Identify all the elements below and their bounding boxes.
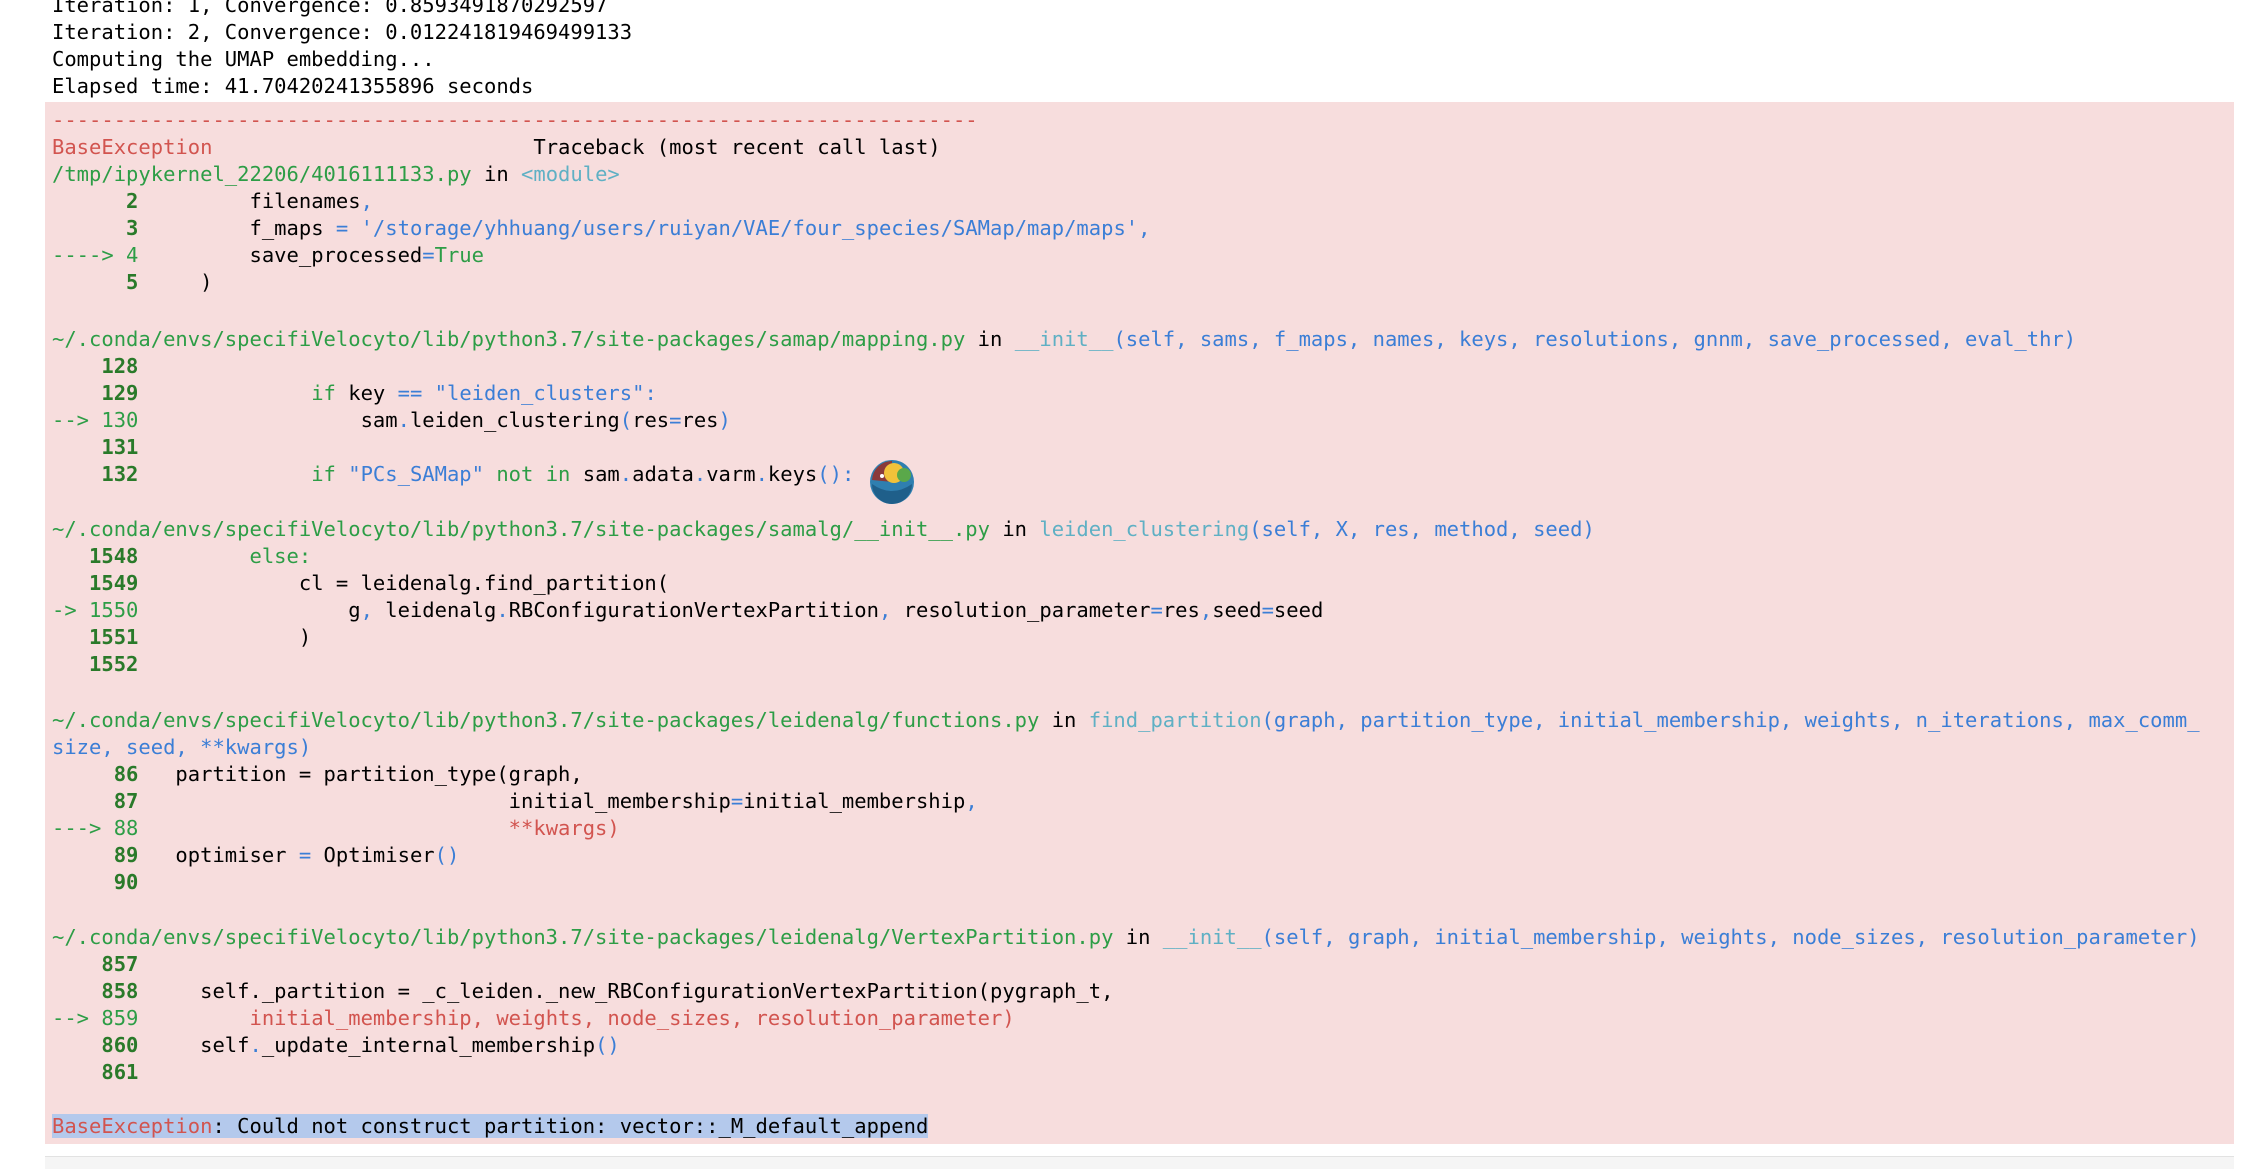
frame-file: ~/.conda/envs/specifiVelocyto/lib/python… bbox=[52, 517, 990, 541]
code-line: 128 bbox=[52, 354, 139, 378]
frame-func: __init__ bbox=[1014, 327, 1114, 351]
code-line: 5 ) bbox=[52, 270, 213, 294]
code-line: 129 if key == "leiden_clusters": bbox=[52, 381, 657, 405]
frame-func: __init__ bbox=[1162, 925, 1262, 949]
code-line: 858 self._partition = _c_leiden._new_RBC… bbox=[52, 979, 1114, 1003]
frame-header: ~/.conda/envs/specifiVelocyto/lib/python… bbox=[52, 517, 1595, 541]
error-message: : Could not construct partition: vector:… bbox=[212, 1114, 929, 1138]
code-line: 861 bbox=[52, 1060, 139, 1084]
code-line: 86 partition = partition_type(graph, bbox=[52, 762, 583, 786]
final-error-highlight[interactable]: BaseException: Could not construct parti… bbox=[52, 1114, 929, 1138]
exception-name: BaseException bbox=[52, 135, 213, 159]
frame-file: ~/.conda/envs/specifiVelocyto/lib/python… bbox=[52, 327, 966, 351]
frame-func: find_partition bbox=[1088, 708, 1262, 732]
code-line: 89 optimiser = Optimiser() bbox=[52, 843, 460, 867]
frame-args: (graph, partition_type, initial_membersh… bbox=[1261, 708, 2200, 732]
frame-file: /tmp/ipykernel_22206/4016111133.py bbox=[52, 162, 472, 186]
frame-header: ~/.conda/envs/specifiVelocyto/lib/python… bbox=[52, 925, 2200, 949]
colab-avatar-icon[interactable] bbox=[868, 458, 916, 506]
final-error-line[interactable]: BaseException: Could not construct parti… bbox=[52, 1113, 929, 1140]
traceback-title: Traceback (most recent call last) bbox=[533, 135, 941, 159]
frame-args: (self, graph, initial_membership, weight… bbox=[1261, 925, 2200, 949]
code-line: 1548 else: bbox=[52, 544, 312, 568]
output-scroll-region[interactable] bbox=[45, 1156, 2234, 1169]
frame-func: <module> bbox=[521, 162, 620, 186]
code-line: 860 self._update_internal_membership() bbox=[52, 1033, 620, 1057]
frame-args: (self, X, res, method, seed) bbox=[1249, 517, 1595, 541]
frame-header: ~/.conda/envs/specifiVelocyto/lib/python… bbox=[52, 327, 2077, 351]
frame-args: (self, sams, f_maps, names, keys, resolu… bbox=[1113, 327, 2077, 351]
code-line: 87 initial_membership=initial_membership… bbox=[52, 789, 978, 813]
code-line-current: ----> 4 save_processed=True bbox=[52, 243, 484, 267]
code-line-current: -> 1550 g, leidenalg.RBConfigurationVert… bbox=[52, 598, 1324, 622]
frame-file: ~/.conda/envs/specifiVelocyto/lib/python… bbox=[52, 708, 1040, 732]
code-line: 90 bbox=[52, 870, 139, 894]
code-line-current: ---> 88 **kwargs) bbox=[52, 816, 620, 840]
frame-file: ~/.conda/envs/specifiVelocyto/lib/python… bbox=[52, 925, 1114, 949]
stdout-line: Elapsed time: 41.70420241355896 seconds bbox=[52, 74, 534, 98]
code-line: 1552 bbox=[52, 652, 139, 676]
frame-func: leiden_clustering bbox=[1039, 517, 1250, 541]
traceback-header: BaseException Traceback (most recent cal… bbox=[52, 134, 941, 161]
stdout-line: Computing the UMAP embedding... bbox=[52, 47, 435, 71]
code-line-current: --> 859 initial_membership, weights, nod… bbox=[52, 1006, 1015, 1030]
frame-header: /tmp/ipykernel_22206/4016111133.py in <m… bbox=[52, 162, 620, 186]
code-line-current: --> 130 sam.leiden_clustering(res=res) bbox=[52, 408, 731, 432]
frame-args-wrap: size, seed, **kwargs) bbox=[52, 735, 312, 759]
stdout-line: Iteration: 1, Convergence: 0.85934918702… bbox=[52, 0, 608, 17]
code-line: 2 filenames, bbox=[52, 189, 373, 213]
stdout-line: Iteration: 2, Convergence: 0.01224181946… bbox=[52, 20, 633, 44]
code-line: 3 f_maps = '/storage/yhhuang/users/ruiya… bbox=[52, 216, 1151, 240]
code-line: 857 bbox=[52, 952, 139, 976]
frame-header: ~/.conda/envs/specifiVelocyto/lib/python… bbox=[52, 708, 2200, 732]
traceback-rule: ----------------------------------------… bbox=[52, 108, 978, 132]
code-line: 132 if "PCs_SAMap" not in sam.adata.varm… bbox=[52, 462, 855, 486]
code-line: 131 bbox=[52, 435, 139, 459]
code-line: 1551 ) bbox=[52, 625, 312, 649]
code-line: 1549 cl = leidenalg.find_partition( bbox=[52, 571, 670, 595]
exception-name: BaseException bbox=[52, 1114, 213, 1138]
